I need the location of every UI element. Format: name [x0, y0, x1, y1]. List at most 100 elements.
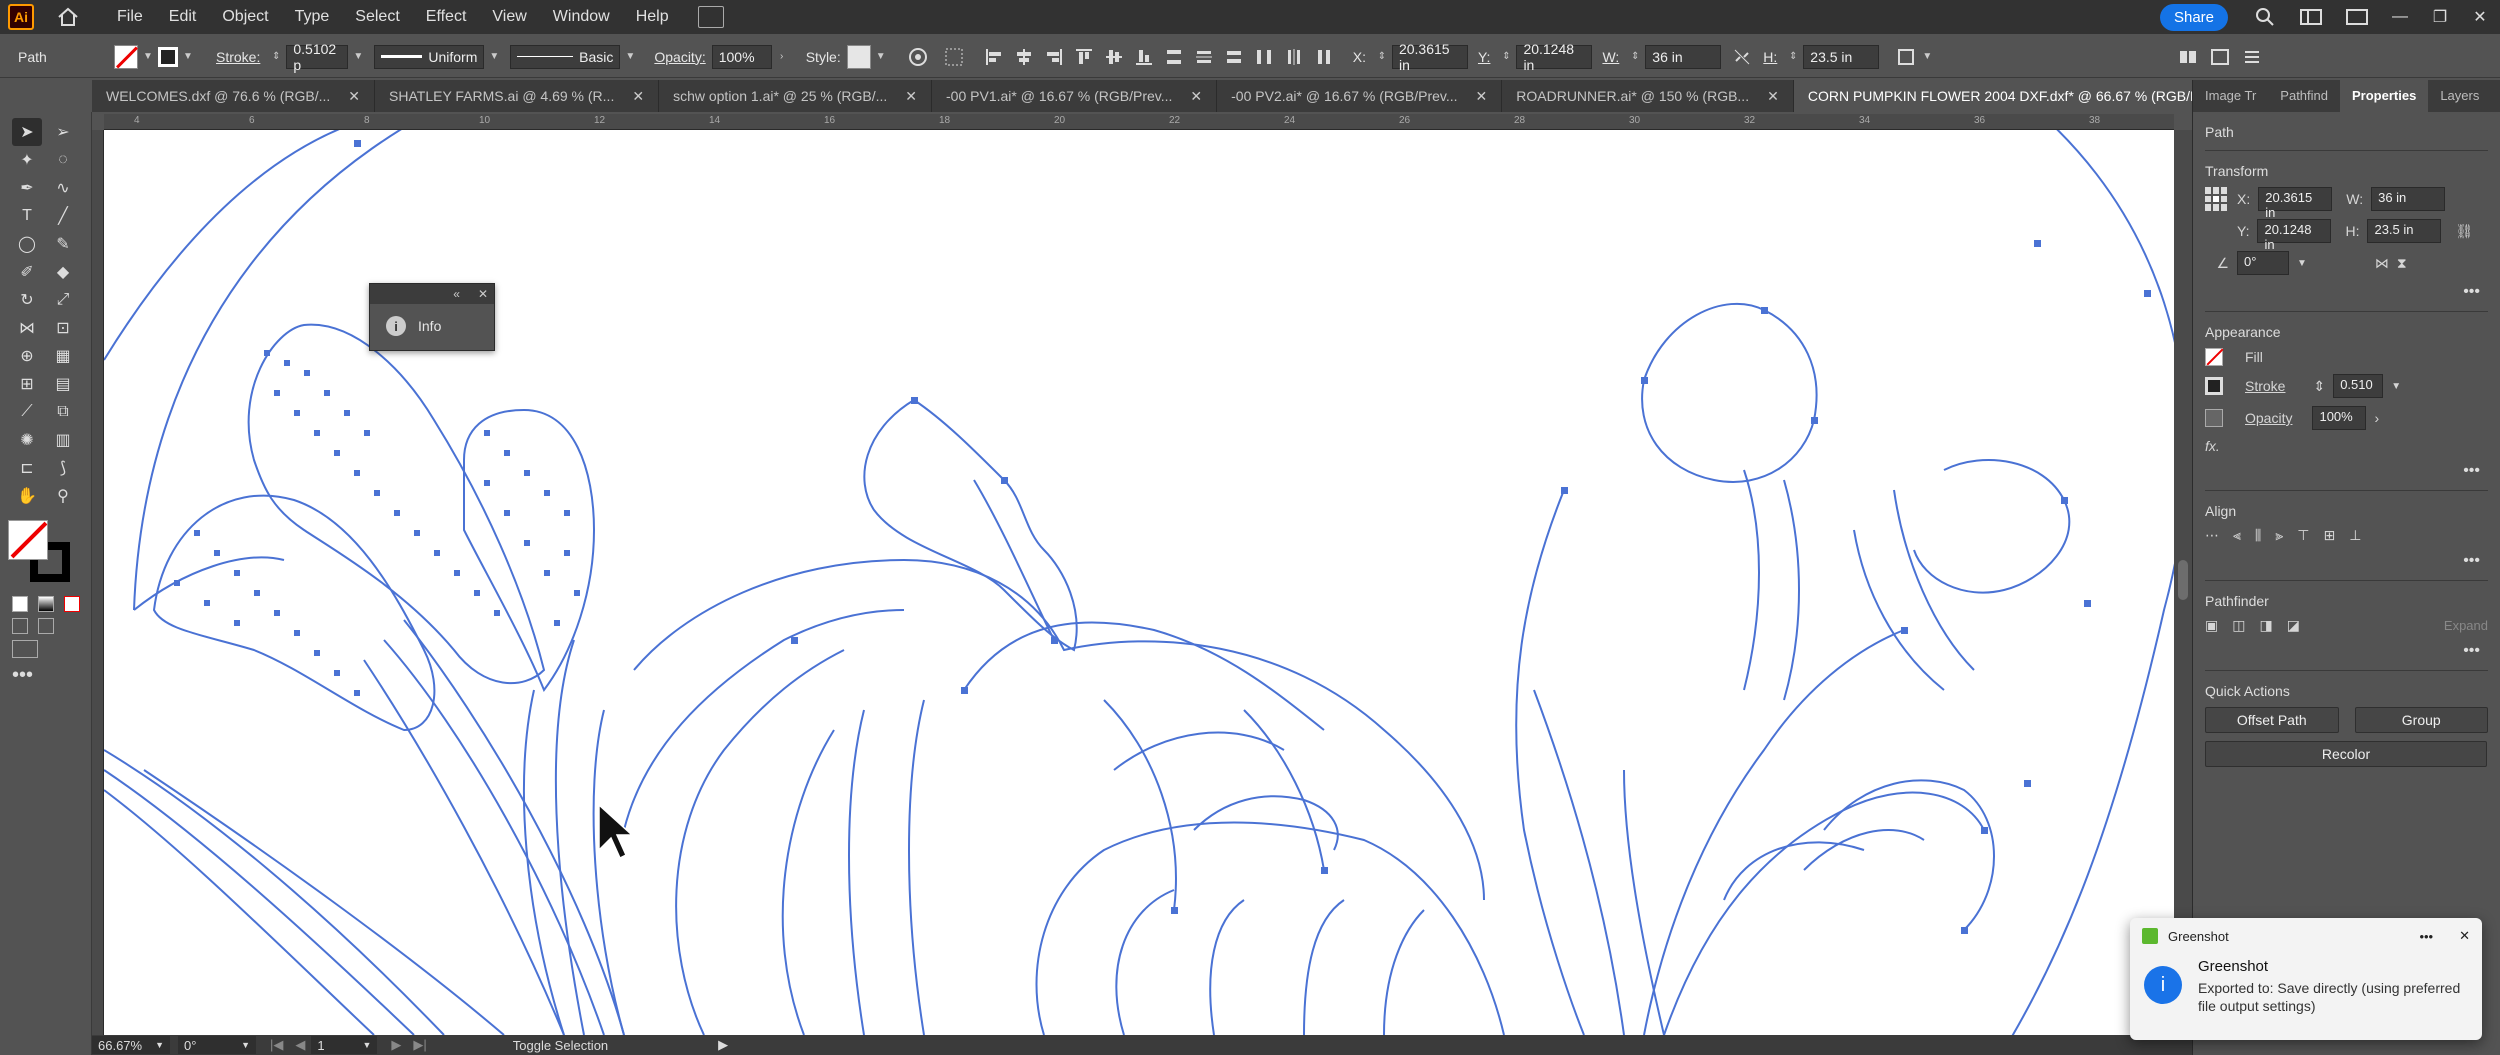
home-icon[interactable]	[54, 3, 82, 31]
status-menu-icon[interactable]: ▶	[718, 1037, 728, 1053]
tab-properties[interactable]: Properties	[2340, 80, 2429, 112]
chevron-down-icon[interactable]: ▼	[1921, 51, 1933, 62]
chevron-down-icon[interactable]: ▼	[352, 51, 364, 62]
align-left-icon[interactable]: ⫷	[2233, 527, 2241, 544]
arrange-documents-icon[interactable]	[697, 6, 724, 28]
chevron-down-icon[interactable]: ▼	[182, 51, 194, 62]
more-options-icon[interactable]: •••	[2205, 462, 2488, 480]
graphic-style-swatch[interactable]	[846, 44, 871, 69]
y-field[interactable]: 20.1248 in	[2257, 219, 2332, 252]
fill-stroke-widget[interactable]	[8, 520, 78, 590]
artboard-canvas[interactable]	[104, 130, 2174, 1035]
artboard-field[interactable]: 1 ▼	[311, 1036, 378, 1054]
x-field[interactable]: 20.3615 in	[1391, 41, 1468, 73]
direct-selection-tool-icon[interactable]: ➢	[48, 118, 78, 146]
fill-color-icon[interactable]	[8, 520, 48, 560]
w-field[interactable]: 36 in	[1645, 44, 1722, 69]
info-panel-header[interactable]: « ✕	[370, 284, 494, 304]
tab-layers[interactable]: Layers	[2428, 80, 2491, 112]
shape-builder-tool-icon[interactable]: ⊕	[12, 342, 42, 370]
opacity-label[interactable]: Opacity	[2245, 410, 2292, 426]
menu-help[interactable]: Help	[623, 0, 682, 34]
tab-schw-option[interactable]: schw option 1.ai* @ 25 % (RGB/... ✕	[659, 80, 933, 112]
flip-vertical-icon[interactable]: ⧗	[2397, 255, 2407, 272]
screen-mode-icon[interactable]	[12, 640, 38, 658]
distribute-left-icon[interactable]	[1253, 46, 1275, 68]
reference-point-icon[interactable]	[2205, 187, 2229, 211]
constrain-proportions-icon[interactable]	[1731, 46, 1753, 68]
unite-icon[interactable]: ▣	[2205, 617, 2218, 634]
fill-swatch[interactable]	[114, 44, 138, 69]
artwork[interactable]	[104, 130, 2174, 1035]
opacity-field[interactable]: 100%	[711, 44, 772, 69]
more-options-icon[interactable]: •••	[2205, 642, 2488, 660]
artboard-tool-icon[interactable]: ⊏	[12, 454, 42, 482]
distribute-top-icon[interactable]	[1163, 46, 1185, 68]
h-field[interactable]: 23.5 in	[1803, 44, 1880, 69]
chevron-down-icon[interactable]: ▼	[624, 51, 636, 62]
opacity-field[interactable]: 100%	[2312, 406, 2367, 430]
close-panel-icon[interactable]: ✕	[478, 287, 488, 301]
stroke-weight-field[interactable]: 0.5102 p	[286, 41, 349, 73]
chevron-down-icon[interactable]: ▼	[2391, 381, 2401, 392]
chevron-down-icon[interactable]: ▼	[241, 1040, 250, 1050]
align-right-icon[interactable]	[1043, 46, 1065, 68]
perspective-grid-tool-icon[interactable]: ▦	[48, 342, 78, 370]
align-top-icon[interactable]: ⊤	[2297, 527, 2309, 544]
collapse-panel-icon[interactable]: «	[453, 287, 460, 301]
chevron-right-icon[interactable]: ›	[2374, 410, 2379, 426]
close-tab-icon[interactable]: ✕	[348, 88, 360, 105]
stroke-swatch[interactable]	[2205, 377, 2223, 395]
variable-width-profile[interactable]: Uniform	[374, 44, 485, 69]
h-field[interactable]: 23.5 in	[2367, 219, 2442, 243]
chevron-right-icon[interactable]: ›	[776, 51, 788, 62]
w-field[interactable]: 36 in	[2371, 187, 2446, 211]
minimize-icon[interactable]: —	[2380, 8, 2420, 26]
hand-tool-icon[interactable]: ✋	[12, 482, 42, 510]
align-right-icon[interactable]: ⫸	[2275, 527, 2283, 544]
paintbrush-tool-icon[interactable]: ✎	[48, 230, 78, 258]
chevron-down-icon[interactable]: ▼	[488, 51, 500, 62]
menu-type[interactable]: Type	[282, 0, 343, 34]
fill-swatch[interactable]	[2205, 348, 2223, 366]
tab-pv2[interactable]: -00 PV2.ai* @ 16.67 % (RGB/Prev... ✕	[1217, 80, 1503, 112]
chevron-down-icon[interactable]: ▼	[875, 51, 887, 62]
exclude-icon[interactable]: ◪	[2287, 617, 2300, 634]
first-artboard-icon[interactable]: |◀	[270, 1037, 283, 1053]
stepper-icon[interactable]: ⇕	[1629, 51, 1641, 62]
column-graph-tool-icon[interactable]: ▥	[48, 426, 78, 454]
close-tab-icon[interactable]: ✕	[632, 88, 644, 105]
previous-artboard-icon[interactable]: ◀	[295, 1037, 305, 1053]
stroke-swatch[interactable]	[158, 46, 178, 67]
width-tool-icon[interactable]: ⋈	[12, 314, 42, 342]
angle-field[interactable]: 0°	[2237, 251, 2289, 275]
rotate-tool-icon[interactable]: ↻	[12, 286, 42, 314]
next-artboard-icon[interactable]: ▶	[391, 1037, 401, 1053]
last-artboard-icon[interactable]: ▶|	[413, 1037, 426, 1053]
notification-close-icon[interactable]: ✕	[2459, 928, 2470, 944]
chevron-down-icon[interactable]: ▼	[2297, 258, 2307, 269]
shaper-tool-icon[interactable]: ✐	[12, 258, 42, 286]
edit-toolbar-icon[interactable]: •••	[0, 658, 91, 687]
distribute-hcenter-icon[interactable]	[1283, 46, 1305, 68]
brush-definition[interactable]: Basic	[510, 44, 621, 69]
menu-object[interactable]: Object	[209, 0, 281, 34]
notification-options-icon[interactable]: •••	[2419, 929, 2433, 944]
slice-tool-icon[interactable]: ⟆	[48, 454, 78, 482]
y-field[interactable]: 20.1248 in	[1516, 41, 1593, 73]
pen-tool-icon[interactable]: ✒	[12, 174, 42, 202]
transform-options-icon[interactable]	[1895, 46, 1917, 68]
symbol-sprayer-tool-icon[interactable]: ✺	[12, 426, 42, 454]
panel-menu-icon[interactable]	[2241, 46, 2263, 68]
stepper-icon[interactable]: ⇕	[1787, 51, 1799, 62]
menu-edit[interactable]: Edit	[156, 0, 210, 34]
stepper-icon[interactable]: ⇕	[1500, 51, 1512, 62]
menu-window[interactable]: Window	[540, 0, 623, 34]
menu-select[interactable]: Select	[342, 0, 412, 34]
stroke-label[interactable]: Stroke:	[216, 49, 260, 65]
chevron-down-icon[interactable]: ▼	[142, 51, 154, 62]
distribute-right-icon[interactable]	[1313, 46, 1335, 68]
line-tool-icon[interactable]: ╱	[48, 202, 78, 230]
gradient-mode-icon[interactable]	[38, 596, 54, 612]
align-middle-icon[interactable]: ⊞	[2323, 527, 2335, 544]
